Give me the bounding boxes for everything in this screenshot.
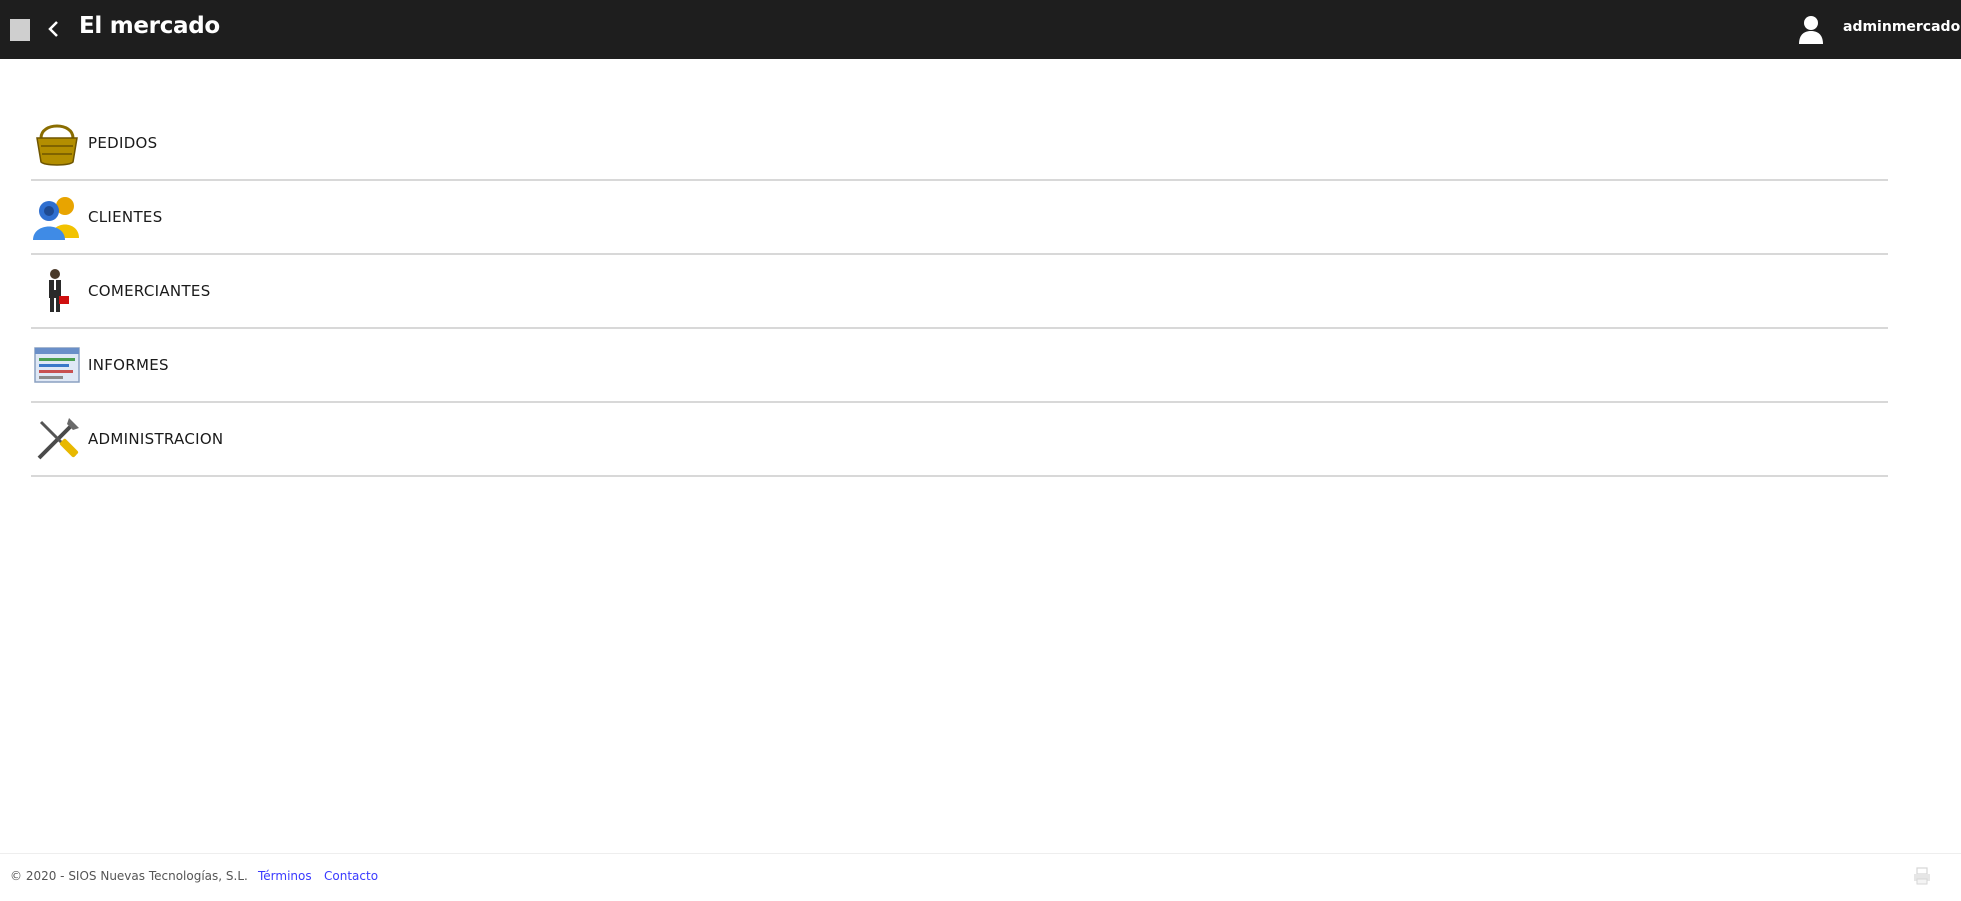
- menu-icon[interactable]: [10, 19, 30, 41]
- menu-item-administracion[interactable]: ADMINISTRACION: [31, 403, 1888, 477]
- page-title: El mercado: [79, 13, 220, 39]
- menu-item-label: PEDIDOS: [88, 134, 158, 152]
- print-icon[interactable]: [1912, 866, 1932, 886]
- footer: © 2020 - SIOS Nuevas Tecnologías, S.L. T…: [0, 853, 1961, 901]
- merchant-icon: [49, 269, 69, 312]
- menu-item-label: COMERCIANTES: [88, 282, 211, 300]
- users-icon: [33, 197, 79, 240]
- user-icon[interactable]: [1797, 14, 1825, 44]
- menu-item-informes[interactable]: INFORMES: [31, 329, 1888, 403]
- username[interactable]: adminmercado: [1843, 19, 1960, 35]
- chevron-left-icon[interactable]: [44, 16, 64, 42]
- menu-item-label: ADMINISTRACION: [88, 430, 224, 448]
- menu-item-clientes[interactable]: CLIENTES: [31, 181, 1888, 255]
- tools-icon: [37, 418, 79, 460]
- report-icon: [34, 347, 80, 383]
- terms-link[interactable]: Términos: [258, 869, 312, 883]
- contact-link[interactable]: Contacto: [324, 869, 378, 883]
- menu-item-comerciantes[interactable]: COMERCIANTES: [31, 255, 1888, 329]
- menu-item-pedidos[interactable]: PEDIDOS: [31, 107, 1888, 181]
- footer-copyright: © 2020 - SIOS Nuevas Tecnologías, S.L.: [10, 869, 248, 883]
- top-bar: El mercado adminmercado: [0, 0, 1961, 59]
- menu-item-label: INFORMES: [88, 356, 169, 374]
- main-menu: PEDIDOS CLIENTES COMERCIANTES INFORMES A…: [31, 107, 1888, 477]
- menu-item-label: CLIENTES: [88, 208, 163, 226]
- basket-icon: [36, 124, 78, 166]
